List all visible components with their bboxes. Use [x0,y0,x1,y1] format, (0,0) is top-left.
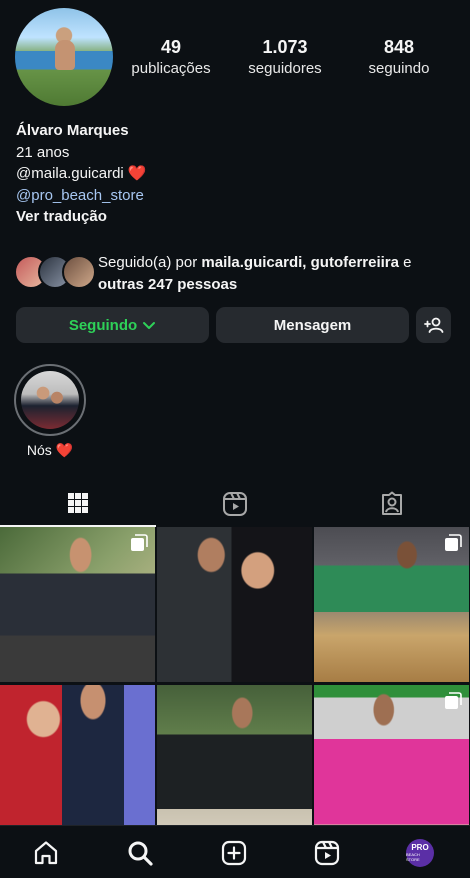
add-user-icon [423,317,443,333]
suggest-users-button[interactable] [416,307,451,343]
tab-reels[interactable] [157,481,313,527]
post-thumbnail[interactable] [157,685,312,840]
reels-nav-icon [314,840,340,866]
nav-create[interactable] [219,838,249,868]
bottom-navigation: PRO BEACH STORE [0,825,470,878]
followers-label: seguidores [248,60,322,77]
multi-post-icon [131,534,148,551]
nav-avatar-subtitle: BEACH STORE [406,852,420,862]
stat-posts[interactable]: 49 publicações [124,36,218,80]
reels-icon [223,492,247,516]
home-icon [34,841,58,865]
mutual-user-2: gutoferreiira [310,254,399,271]
posts-count: 49 [160,37,182,57]
profile-tabs [0,481,470,527]
profile-avatar[interactable] [15,8,113,106]
search-icon [128,841,153,866]
stat-followers[interactable]: 1.073 seguidores [237,36,333,80]
highlight-cover [21,371,79,429]
tab-posts[interactable] [0,481,156,527]
followed-by[interactable]: Seguido(a) por maila.guicardi, gutoferre… [14,252,454,296]
followers-count: 1.073 [262,37,308,57]
multi-post-icon [445,534,462,551]
following-button-label: Seguindo [68,316,138,334]
highlight-label: Nós ❤️ [26,442,74,458]
stat-following[interactable]: 848 seguindo [355,36,443,80]
profile-bio: Álvaro Marques 21 anos @maila.guicardi ❤… [16,120,456,228]
highlight-ring [14,364,86,436]
post-thumbnail[interactable] [314,685,469,840]
profile-header: 49 publicações 1.073 seguidores 848 segu… [0,0,470,115]
mutual-and: e [398,254,412,271]
mutual-avatars [14,255,96,289]
tagged-icon [382,491,402,515]
nav-reels[interactable] [312,838,342,868]
nav-home[interactable] [31,838,61,868]
profile-name: Álvaro Marques [16,122,129,139]
posts-label: publicações [131,60,211,77]
mutual-avatar [62,255,96,289]
bio-line-age: 21 anos [16,143,70,161]
message-button-label: Mensagem [273,316,352,334]
story-highlight[interactable]: Nós ❤️ [14,364,86,459]
followed-by-text: Seguido(a) por maila.guicardi, gutoferre… [98,252,450,295]
post-thumbnail[interactable] [157,527,312,682]
grid-icon [68,493,88,513]
chevron-down-icon [143,322,156,329]
create-icon [221,840,247,866]
post-thumbnail[interactable] [0,685,155,840]
post-thumbnail[interactable] [314,527,469,682]
nav-search[interactable] [125,838,155,868]
mutual-separator: , [302,254,311,271]
bio-link[interactable]: @pro_beach_store [16,185,456,207]
tab-tagged[interactable] [314,481,470,527]
bio-line-mention[interactable]: @maila.guicardi ❤️ [16,163,456,185]
see-translation-link[interactable]: Ver tradução [16,206,456,228]
nav-avatar-title: PRO [411,843,429,852]
post-thumbnail[interactable] [0,527,155,682]
following-label: seguindo [368,60,430,77]
multi-post-icon [445,692,462,709]
mutual-others: outras 247 pessoas [98,275,238,293]
following-button[interactable]: Seguindo [16,307,209,343]
nav-profile[interactable]: PRO BEACH STORE [405,838,435,868]
following-count: 848 [383,37,415,57]
message-button[interactable]: Mensagem [216,307,409,343]
mutual-user-1: maila.guicardi [201,254,303,271]
followed-prefix: Seguido(a) por [98,254,202,271]
nav-profile-avatar: PRO BEACH STORE [406,839,434,867]
